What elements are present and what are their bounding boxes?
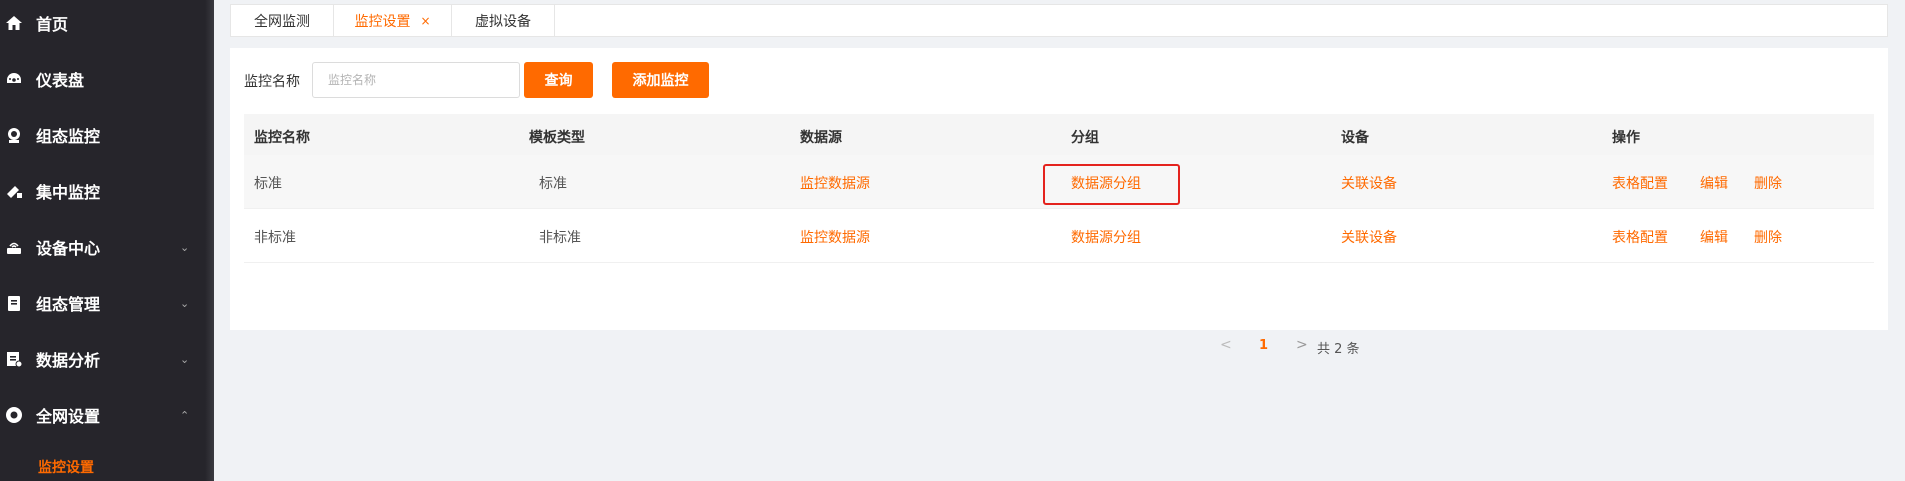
delete-link[interactable]: 删除 [1754,173,1782,193]
delete-link[interactable]: 删除 [1754,227,1782,247]
sidebar-item-label: 集中监控 [36,183,101,202]
search-label: 监控名称 [244,74,300,90]
sidebar-item-config-manage[interactable]: 组态管理 ⌄ [0,283,214,323]
pagination-total: 共 2 条 [1317,342,1360,357]
cell-name: 非标准 [254,230,296,246]
sidebar: 首页 仪表盘 组态监控 集中监控 设备中心 ⌄ 组态管理 ⌄ 数据分析 ⌄ 全网… [0,0,214,481]
sidebar-item-label: 组态监控 [36,127,101,146]
table-config-link[interactable]: 表格配置 [1612,173,1668,193]
column-header: 监控名称 [254,130,310,146]
router-icon [4,237,24,257]
tab-label: 虚拟设备 [475,13,531,30]
chevron-down-icon: ⌄ [180,352,190,366]
tab-bar: 全网监测 监控设置 × 虚拟设备 [230,4,1888,37]
cell-name: 标准 [254,176,282,192]
dashboard-icon [4,69,24,89]
sidebar-item-label: 设备中心 [36,239,101,258]
monitor-icon [4,125,24,145]
close-icon[interactable]: × [420,14,430,28]
centralized-monitor-icon [4,181,24,201]
edit-link[interactable]: 编辑 [1700,227,1728,247]
device-link[interactable]: 关联设备 [1341,227,1397,247]
column-header: 分组 [1071,130,1099,146]
sidebar-item-network-settings[interactable]: 全网设置 ⌃ [0,395,214,435]
add-monitor-button[interactable]: 添加监控 [612,62,709,98]
tab-label: 全网监测 [254,13,310,30]
pagination-page-current[interactable]: 1 [1259,338,1268,353]
sidebar-item-data-analysis[interactable]: 数据分析 ⌄ [0,339,214,379]
cell-template: 非标准 [539,230,581,246]
sidebar-item-device-center[interactable]: 设备中心 ⌄ [0,227,214,267]
settings-icon [4,405,24,425]
column-header: 数据源 [800,130,842,146]
tab-monitor-settings[interactable]: 监控设置 × [334,5,452,36]
tab-virtual-device[interactable]: 虚拟设备 [452,5,555,36]
sidebar-subitem-monitor-settings[interactable]: 监控设置 [38,457,94,477]
table-config-link[interactable]: 表格配置 [1612,227,1668,247]
chevron-down-icon: ⌄ [180,240,190,254]
datasource-link[interactable]: 监控数据源 [800,173,870,193]
pagination-prev-button[interactable]: < [1220,337,1232,353]
sidebar-item-label: 仪表盘 [36,71,85,90]
tab-network-monitor[interactable]: 全网监测 [231,5,334,36]
sidebar-item-home[interactable]: 首页 [0,3,214,43]
column-header: 设备 [1341,130,1369,146]
search-input[interactable] [312,62,520,98]
sidebar-item-dashboard[interactable]: 仪表盘 [0,59,214,99]
tab-label: 监控设置 [354,13,411,30]
sidebar-item-label: 数据分析 [36,351,101,370]
report-icon [4,349,24,369]
column-header: 操作 [1612,130,1640,146]
chevron-up-icon: ⌃ [180,408,190,422]
group-link[interactable]: 数据源分组 [1071,227,1141,247]
sidebar-item-centralized-monitor[interactable]: 集中监控 [0,171,214,211]
datasource-link[interactable]: 监控数据源 [800,227,870,247]
clipboard-icon [4,293,24,313]
device-link[interactable]: 关联设备 [1341,173,1397,193]
sidebar-edge [205,0,214,481]
query-button[interactable]: 查询 [524,62,593,98]
sidebar-item-label: 首页 [36,15,69,34]
sidebar-item-label: 组态管理 [36,295,101,314]
table-row: 非标准 非标准 监控数据源 数据源分组 关联设备 表格配置 编辑 删除 [244,209,1874,263]
sidebar-item-config-monitor[interactable]: 组态监控 [0,115,214,155]
column-header: 模板类型 [529,130,585,146]
edit-link[interactable]: 编辑 [1700,173,1728,193]
pagination-next-button[interactable]: > [1296,337,1308,353]
table-header: 监控名称 模板类型 数据源 分组 设备 操作 [244,114,1874,155]
cell-template: 标准 [539,176,567,192]
chevron-down-icon: ⌄ [180,296,190,310]
sidebar-item-label: 全网设置 [36,407,101,426]
highlight-box [1043,164,1180,205]
home-icon [4,13,24,33]
